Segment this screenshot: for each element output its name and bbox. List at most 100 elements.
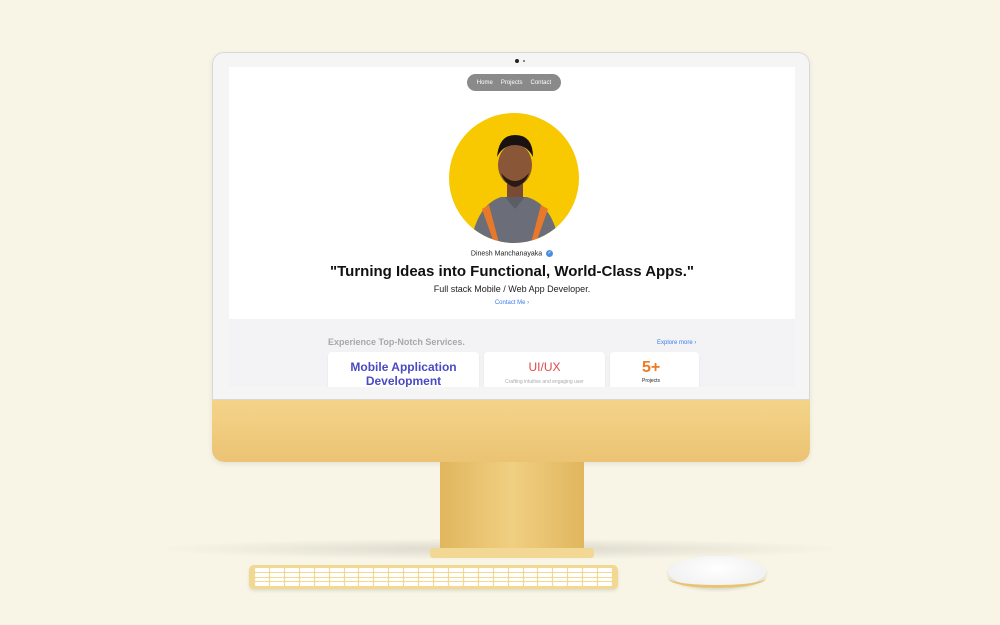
nav-projects[interactable]: Projects bbox=[501, 80, 523, 86]
keyboard-key bbox=[284, 572, 299, 577]
keyboard-key bbox=[359, 577, 374, 582]
keyboard-key bbox=[329, 582, 344, 586]
services-section: Experience Top-Notch Services. Explore m… bbox=[229, 319, 795, 387]
keyboard-key bbox=[448, 582, 463, 586]
contact-me-link[interactable]: Contact Me › bbox=[229, 300, 795, 306]
keyboard-key bbox=[344, 572, 359, 577]
keyboard-key bbox=[478, 577, 493, 582]
keyboard-key bbox=[344, 577, 359, 582]
keyboard-key bbox=[553, 572, 568, 577]
keyboard-key bbox=[583, 582, 598, 586]
service-card-uiux[interactable]: UI/UX Crafting intuitive and engaging us… bbox=[484, 352, 605, 387]
keyboard-key bbox=[583, 577, 598, 582]
keyboard-key bbox=[255, 577, 269, 582]
keyboard-key bbox=[448, 572, 463, 577]
service-card-mobile[interactable]: Mobile Application Development bbox=[328, 352, 479, 387]
monitor-bezel: Home Projects Contact Dinesh Manchanayak bbox=[212, 52, 810, 400]
keyboard-key bbox=[538, 568, 553, 572]
explore-more-link[interactable]: Explore more › bbox=[657, 340, 696, 346]
keyboard-key bbox=[359, 572, 374, 577]
keyboard-key bbox=[583, 568, 598, 572]
keyboard-key bbox=[374, 568, 389, 572]
projects-label: Projects bbox=[642, 378, 661, 384]
keyboard-key bbox=[553, 582, 568, 586]
keyboard-key bbox=[493, 577, 508, 582]
nav-contact[interactable]: Contact bbox=[531, 80, 552, 86]
keyboard-key bbox=[419, 568, 433, 572]
keyboard-key bbox=[374, 582, 389, 586]
keyboard-key bbox=[419, 572, 433, 577]
keyboard-key bbox=[478, 572, 493, 577]
profile-name-row: Dinesh Manchanayaka ✓ bbox=[229, 250, 795, 257]
profile-avatar bbox=[449, 113, 579, 243]
keyboard-key bbox=[463, 572, 478, 577]
keyboard-key bbox=[404, 582, 419, 586]
projects-count: 5+ bbox=[642, 359, 661, 376]
hero-subtitle: Full stack Mobile / Web App Developer. bbox=[433, 284, 591, 294]
keyboard-key bbox=[314, 568, 329, 572]
keyboard-key bbox=[255, 572, 269, 577]
keyboard-key bbox=[508, 582, 523, 586]
keyboard-key bbox=[389, 572, 404, 577]
profile-name: Dinesh Manchanayaka bbox=[470, 250, 543, 258]
keyboard-key bbox=[493, 582, 508, 586]
keyboard-key bbox=[463, 568, 478, 572]
keyboard-key bbox=[344, 568, 359, 572]
keyboard-key bbox=[434, 582, 448, 586]
keyboard-key bbox=[434, 568, 448, 572]
keyboard-key bbox=[463, 582, 478, 586]
keyboard-key bbox=[538, 577, 553, 582]
keyboard-key bbox=[553, 568, 568, 572]
camera-indicator-icon bbox=[523, 60, 525, 62]
keyboard-key bbox=[478, 568, 493, 572]
keyboard-key bbox=[314, 582, 329, 586]
keyboard bbox=[249, 565, 618, 589]
keyboard-key bbox=[284, 568, 299, 572]
keyboard-key bbox=[508, 577, 523, 582]
keyboard-key bbox=[374, 577, 389, 582]
keyboard-key bbox=[568, 577, 583, 582]
profile-photo bbox=[471, 135, 559, 243]
keyboard-key bbox=[598, 572, 612, 577]
keyboard-key bbox=[404, 577, 419, 582]
keyboard-key bbox=[583, 572, 598, 577]
keyboard-key bbox=[523, 582, 538, 586]
monitor-stand bbox=[440, 462, 584, 552]
keyboard-key bbox=[329, 577, 344, 582]
keyboard-key bbox=[404, 572, 419, 577]
service-card-description: Crafting intuitive and engaging user bbox=[505, 379, 584, 385]
projects-count-card[interactable]: 5+ Projects bbox=[610, 352, 699, 387]
keyboard-key bbox=[523, 577, 538, 582]
services-title: Experience Top-Notch Services. bbox=[328, 337, 465, 347]
keyboard-key bbox=[269, 568, 284, 572]
keyboard-key bbox=[448, 568, 463, 572]
website-screen: Home Projects Contact Dinesh Manchanayak bbox=[229, 67, 795, 387]
keyboard-key bbox=[389, 568, 404, 572]
service-card-title: Mobile Application Development bbox=[350, 360, 457, 387]
keyboard-key bbox=[434, 572, 448, 577]
keyboard-key bbox=[299, 577, 314, 582]
keyboard-key bbox=[255, 568, 269, 572]
keyboard-key bbox=[269, 582, 284, 586]
keyboard-key bbox=[344, 582, 359, 586]
keyboard-key bbox=[329, 568, 344, 572]
keyboard-key bbox=[359, 568, 374, 572]
keyboard-key bbox=[523, 572, 538, 577]
explore-more-label: Explore more bbox=[657, 340, 693, 346]
monitor-chin bbox=[212, 400, 810, 462]
nav-home[interactable]: Home bbox=[477, 80, 493, 86]
keyboard-key bbox=[538, 572, 553, 577]
keyboard-key bbox=[568, 582, 583, 586]
keyboard-key bbox=[553, 577, 568, 582]
keyboard-key bbox=[374, 572, 389, 577]
keyboard-key bbox=[523, 568, 538, 572]
keyboard-key bbox=[299, 582, 314, 586]
keyboard-key bbox=[314, 572, 329, 577]
chevron-right-icon: › bbox=[694, 340, 697, 346]
mouse-rim bbox=[668, 568, 766, 588]
keyboard-key bbox=[493, 568, 508, 572]
keyboard-key bbox=[269, 572, 284, 577]
camera-icon bbox=[515, 59, 519, 63]
keyboard-key bbox=[508, 568, 523, 572]
keyboard-key bbox=[568, 572, 583, 577]
